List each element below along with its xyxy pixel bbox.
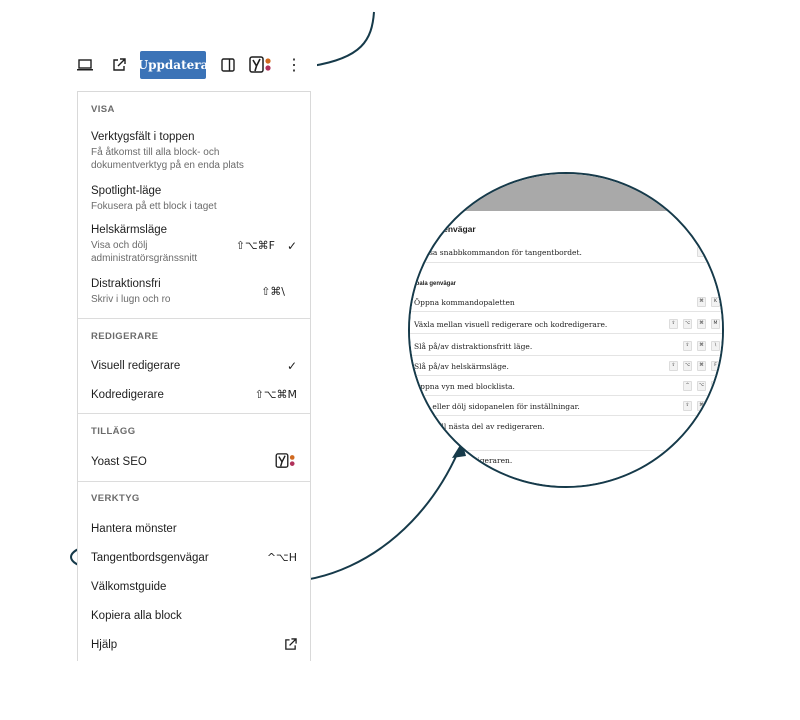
section-heading-visa: VISA — [91, 104, 115, 115]
zoom-backdrop — [410, 174, 722, 211]
menu-item-distraction-free[interactable]: Distraktionsfri Skriv i lugn och ro ⇧⌘\ — [91, 277, 297, 306]
key-cap: ⌘ — [697, 361, 706, 371]
menu-item-label: Kopiera alla block — [91, 610, 182, 622]
menu-item-label: Verktygsfält i toppen — [91, 131, 195, 143]
menu-item-copy-all-blocks[interactable]: Kopiera alla block — [91, 609, 297, 623]
key-cap: ^ — [711, 421, 720, 431]
menu-item-yoast-seo[interactable]: Yoast SEO — [91, 453, 297, 472]
shortcut-row: Öppna kommandopaletten ⌘ K — [410, 292, 722, 312]
shortcut-keys: ⇧ ⌘, — [678, 401, 720, 411]
menu-item-description: Få åtkomst till alla block- och dokument… — [91, 147, 244, 171]
options-menu: VISA Verktygsfält i toppen Få åtkomst ti… — [77, 91, 311, 661]
shortcut-description: Slå på/av helskärmsläge. — [414, 362, 509, 371]
key-cap: ⇧ — [669, 319, 678, 329]
section-heading-verktyg: VERKTYG — [91, 493, 140, 504]
key-cap: \ — [711, 341, 720, 351]
vertical-ellipsis-icon[interactable]: ⋮ — [285, 51, 303, 79]
shortcut-row: Växla mellan visuell redigerare och kodr… — [410, 314, 722, 334]
yoast-icon[interactable] — [247, 51, 275, 79]
menu-divider — [78, 481, 310, 482]
external-link-icon[interactable] — [107, 51, 131, 79]
menu-divider — [78, 413, 310, 414]
menu-item-label: Yoast SEO — [91, 456, 147, 468]
section-heading-tillagg: TILLÄGG — [91, 426, 136, 437]
key-cap: , — [711, 401, 720, 411]
menu-item-spotlight[interactable]: Spotlight-läge Fokusera på ett block i t… — [91, 184, 297, 213]
key-cap: ⌥ — [697, 381, 706, 391]
menu-item-label: Visuell redigerare — [91, 360, 181, 372]
key-cap: M — [711, 319, 720, 329]
menu-item-label: Spotlight-läge — [91, 185, 162, 197]
shortcut-fullscreen: ⇧⌥⌘F — [235, 239, 275, 252]
shortcut-description: ående del av redigeraren. — [414, 456, 513, 465]
menu-item-manage-patterns[interactable]: Hantera mönster — [91, 522, 297, 536]
menu-item-help[interactable]: Hjälp — [91, 638, 297, 652]
shortcut-description: Växla mellan visuell redigerare och kodr… — [414, 320, 608, 329]
sidebar-toggle-icon[interactable] — [217, 51, 239, 79]
shortcut-description: igera till nästa del av redigeraren. — [414, 422, 545, 431]
shortcut-keyboard-shortcuts: ^⌥H — [266, 551, 297, 564]
modal-title: dsgenvägar — [428, 224, 476, 234]
menu-item-label: Välkomstguide — [91, 581, 167, 593]
menu-item-keyboard-shortcuts[interactable]: Tangentbordsgenvägar ^⌥H — [91, 551, 297, 565]
menu-item-description: Fokusera på ett block i taget — [91, 201, 217, 212]
annotation-arrow-top — [311, 11, 375, 67]
key-cap: ⌥ — [683, 361, 692, 371]
shortcut-keys: ^ — [706, 421, 720, 431]
shortcut-keys: ⌘ K — [692, 297, 720, 307]
section-title: obala genvägar — [412, 281, 457, 287]
key-cap: F — [711, 361, 720, 371]
shortcut-keys: ⇧ ⌥ ⌘ F — [664, 361, 720, 371]
key-cap: O — [711, 381, 720, 391]
menu-item-welcome-guide[interactable]: Välkomstguide — [91, 580, 297, 594]
update-button[interactable]: Uppdatera — [138, 51, 208, 79]
shortcut-description: Visa eller dölj sidopanelen för inställn… — [414, 402, 580, 411]
menu-item-visual-editor[interactable]: Visuell redigerare ✓ — [91, 359, 297, 373]
shortcut-row: Visa eller dölj sidopanelen för inställn… — [410, 396, 722, 416]
key-cap: K — [711, 297, 720, 307]
key-cap: ⌘ — [697, 341, 706, 351]
key-cap: ⌘ — [697, 401, 706, 411]
key-cap: ⌘ — [697, 297, 706, 307]
key-cap: ⇧ — [669, 361, 678, 371]
shortcut-row: Öppna vyn med blocklista. ^ ⌥ O — [410, 376, 722, 396]
section-heading-redigerare: REDIGERARE — [91, 331, 159, 342]
shortcut-row: igera till nästa del av redigeraren. ^ — [410, 416, 722, 451]
key-cap: ⇧ — [683, 401, 692, 411]
shortcut-keys: ^ ⌥ O — [678, 381, 720, 391]
key-cap: ⌥ — [683, 319, 692, 329]
check-icon: ✓ — [286, 239, 297, 253]
shortcut-description: Slå på/av distraktionsfritt läge. — [414, 342, 533, 351]
shortcut-code-editor: ⇧⌥⌘M — [254, 388, 297, 401]
subtitle-keys: ^ ⌥ — [692, 247, 720, 257]
key-cap: ^ — [683, 381, 692, 391]
shortcut-row: Slå på/av helskärmsläge. ⇧ ⌥ ⌘ F — [410, 356, 722, 376]
editor-toolbar: Uppdatera ⋮ — [69, 42, 317, 88]
modal-subtitle-row: dessa snabbkommandon för tangentbordet. … — [410, 242, 722, 263]
shortcut-description: Öppna kommandopaletten — [414, 298, 515, 307]
menu-item-label: Helskärmsläge — [91, 224, 168, 236]
key-cap: ⇧ — [683, 341, 692, 351]
laptop-icon[interactable] — [73, 51, 97, 79]
yoast-icon — [275, 453, 297, 472]
shortcut-row: Slå på/av distraktionsfritt läge. ⇧ ⌘ \ — [410, 336, 722, 356]
menu-item-code-editor[interactable]: Kodredigerare ⇧⌥⌘M — [91, 388, 297, 402]
shortcut-keys: ⇧ ⌘ \ — [678, 341, 720, 351]
shortcut-keys: ⇧ ⌥ ⌘ M — [664, 319, 720, 329]
shortcut-row: ående del av redigeraren. — [410, 450, 722, 469]
shortcut-description: Öppna vyn med blocklista. — [414, 382, 515, 391]
zoom-magnifier: dsgenvägar dessa snabbkommandon för tang… — [408, 172, 724, 488]
external-link-icon — [284, 638, 297, 654]
key-cap: ⌘ — [697, 319, 706, 329]
menu-item-top-toolbar[interactable]: Verktygsfält i toppen Få åtkomst till al… — [91, 130, 297, 172]
menu-divider — [78, 318, 310, 319]
menu-item-fullscreen[interactable]: Helskärmsläge Visa och dölj administratö… — [91, 223, 297, 265]
check-icon: ✓ — [286, 359, 297, 373]
menu-item-label: Hantera mönster — [91, 523, 177, 535]
shortcut-distraction-free: ⇧⌘\ — [261, 285, 285, 298]
menu-item-description: Visa och dölj administratörsgränssnitt — [91, 240, 198, 264]
menu-item-label: Hjälp — [91, 639, 118, 651]
modal-subtitle: dessa snabbkommandon för tangentbordet. — [416, 248, 582, 257]
